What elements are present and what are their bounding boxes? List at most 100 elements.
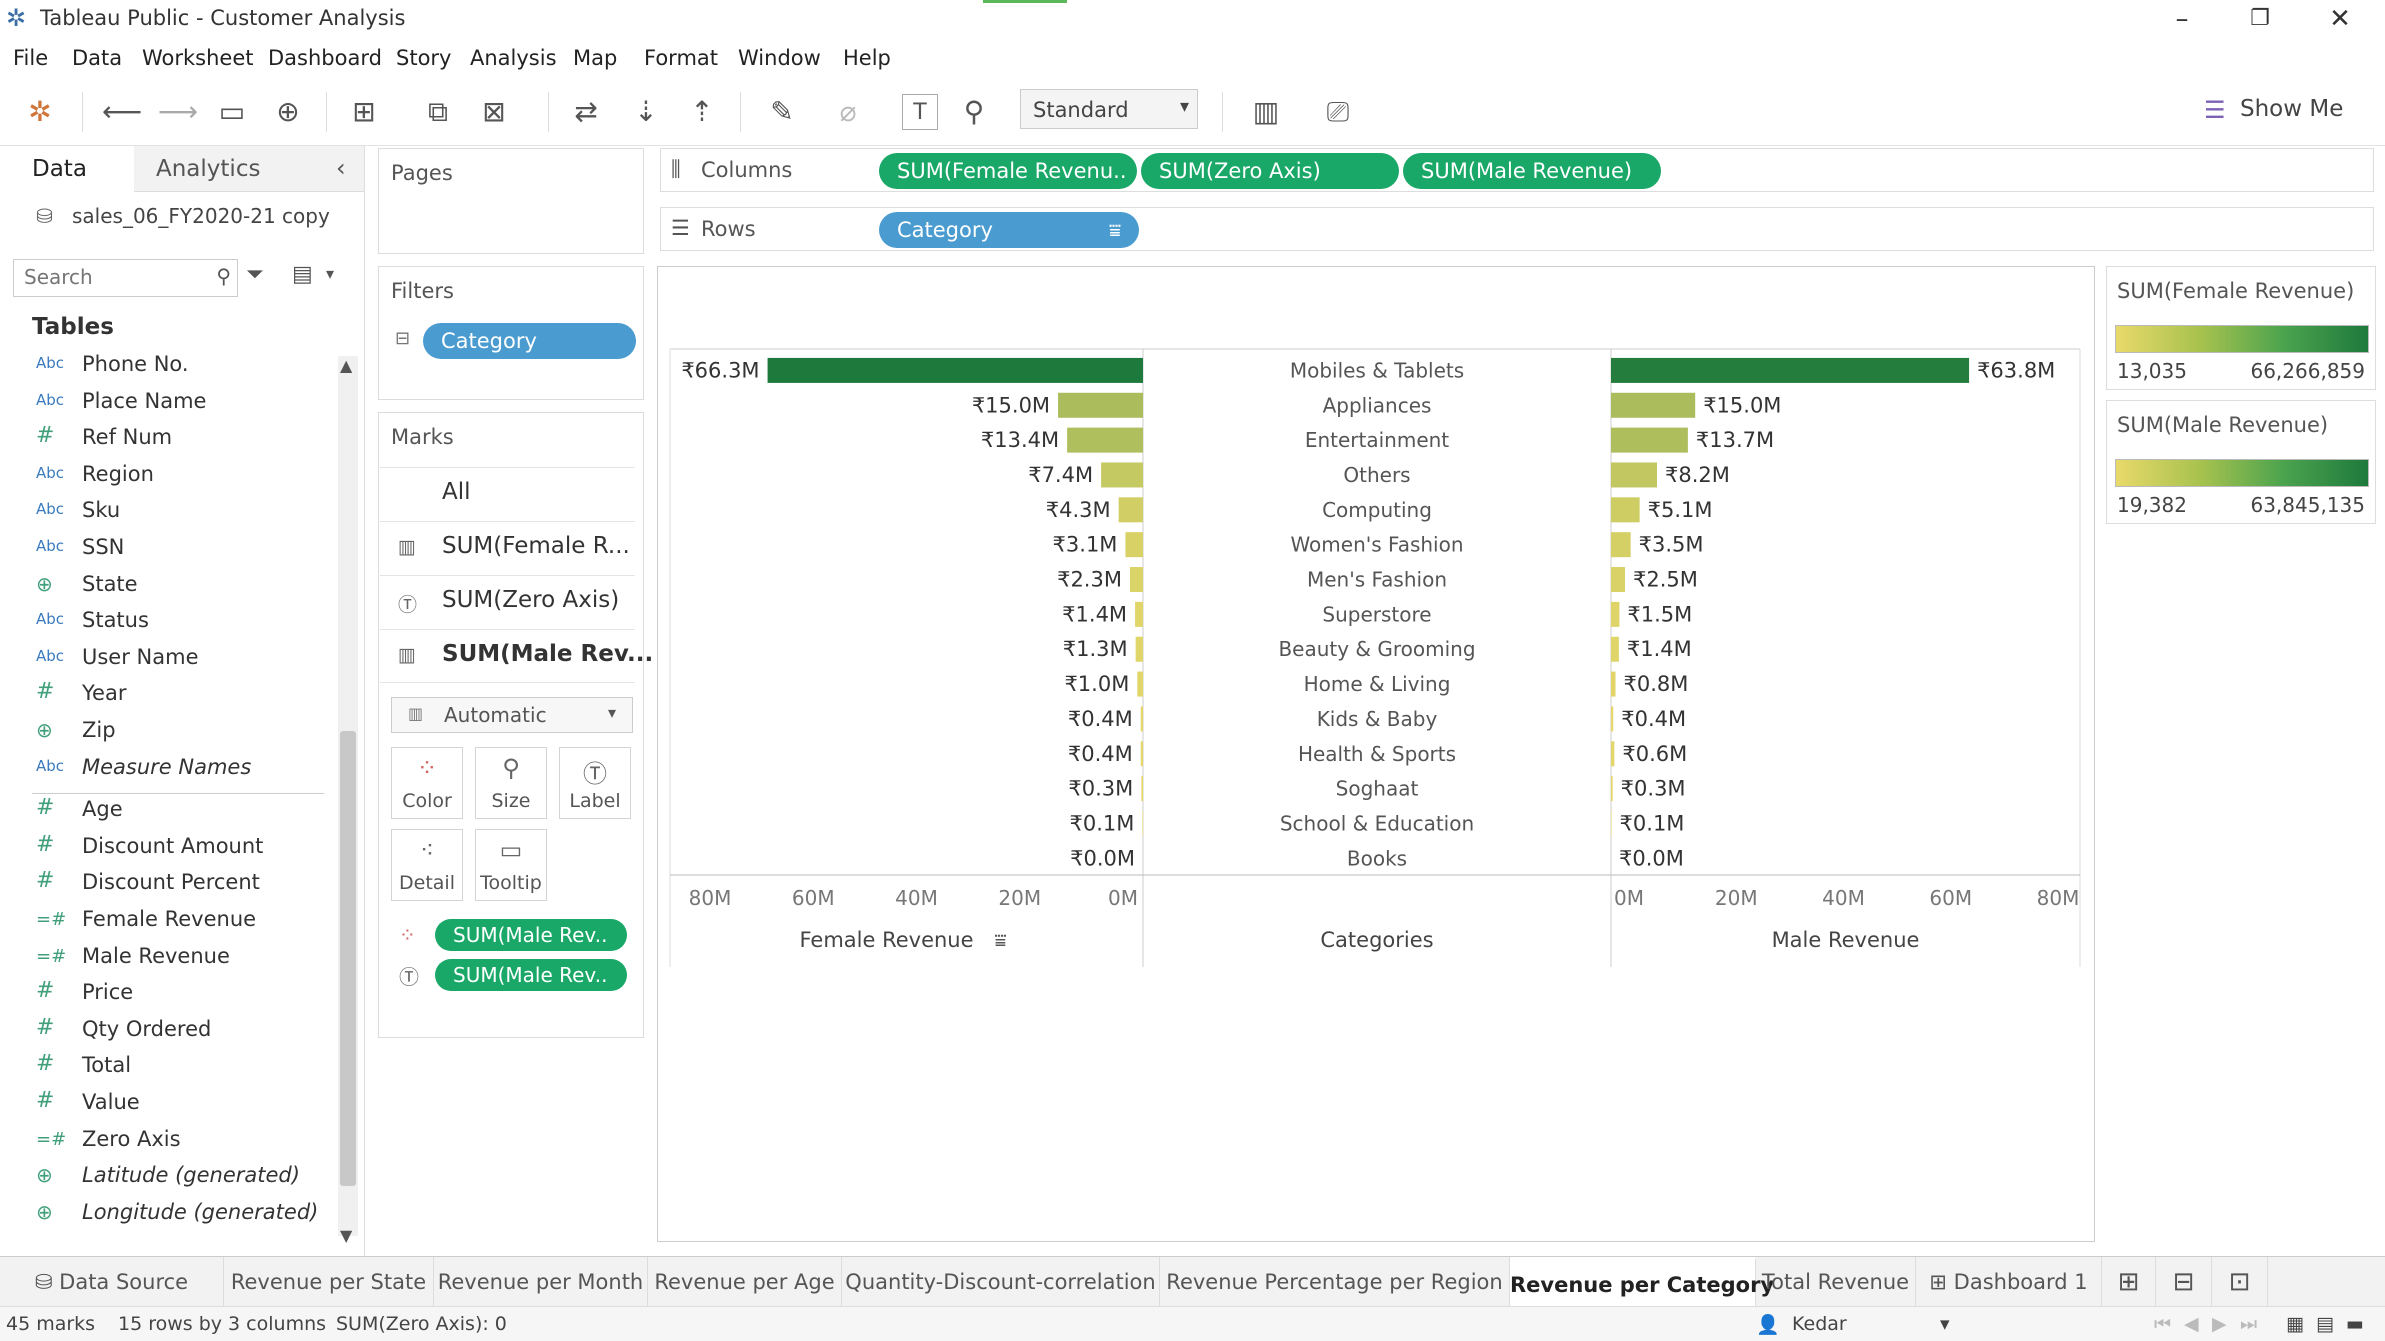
undo-icon[interactable]: ⟵ [102, 94, 142, 130]
tab-revenue-per-age[interactable]: Revenue per Age [648, 1257, 842, 1307]
field-item[interactable]: # Total [0, 1049, 330, 1085]
field-item[interactable]: =# Male Revenue [0, 940, 330, 976]
field-item[interactable]: Abc Measure Names [0, 751, 330, 787]
datasource-name[interactable]: sales_06_FY2020-21 copy [72, 204, 330, 228]
search-input[interactable] [14, 260, 194, 294]
menu-format[interactable]: Format [644, 46, 718, 70]
color-pill[interactable]: SUM(Male Rev.. [435, 919, 627, 951]
menu-analysis[interactable]: Analysis [470, 46, 557, 70]
rows-shelf[interactable]: ☰ Rows Category ⩸ [660, 207, 2374, 251]
field-item[interactable]: Abc User Name [0, 641, 330, 677]
redo-icon[interactable]: ⟶ [158, 94, 198, 130]
male-revenue-legend[interactable]: SUM(Male Revenue) 19,382 63,845,135 [2106, 400, 2376, 524]
show-cards-icon[interactable]: ▥ [1248, 94, 1284, 130]
sort-ascending-icon[interactable]: ⇣ [628, 94, 664, 130]
field-item[interactable]: Abc Sku [0, 494, 330, 530]
show-filmstrip-icon[interactable]: ▦ [2286, 1313, 2304, 1335]
presentation-mode-icon[interactable]: ⎚ [1320, 94, 1356, 130]
fields-scrollbar-thumb[interactable] [340, 731, 356, 1186]
fit-dropdown[interactable]: Standard ▾ [1020, 89, 1198, 129]
show-sheet-sorter-icon[interactable]: ▤ [2316, 1313, 2334, 1335]
restore-button[interactable]: ❐ [2230, 2, 2290, 36]
field-item[interactable]: ⊕ State [0, 568, 330, 604]
field-item[interactable]: # Year [0, 677, 330, 713]
marks-tab-all[interactable]: All [380, 467, 635, 521]
field-item[interactable]: Abc Region [0, 458, 330, 494]
field-item[interactable]: # Age [0, 793, 330, 829]
field-item[interactable]: # Price [0, 976, 330, 1012]
fix-axes-icon[interactable]: ⚲ [956, 94, 992, 130]
duplicate-sheet-icon[interactable]: ⧉ [420, 94, 456, 130]
collapse-pane-icon[interactable]: ‹ [336, 154, 346, 182]
menu-dashboard[interactable]: Dashboard [268, 46, 382, 70]
chevron-down-icon[interactable]: ▾ [1940, 1313, 1950, 1335]
minimize-button[interactable]: – [2152, 2, 2212, 36]
field-item[interactable]: # Discount Amount [0, 830, 330, 866]
tooltip-button[interactable]: ▭ Tooltip [475, 829, 547, 901]
field-item[interactable]: ⊕ Longitude (generated) [0, 1196, 330, 1232]
field-item[interactable]: Abc SSN [0, 531, 330, 567]
menu-map[interactable]: Map [573, 46, 617, 70]
female-revenue-legend[interactable]: SUM(Female Revenue) 13,035 66,266,859 [2106, 266, 2376, 390]
field-item[interactable]: # Value [0, 1086, 330, 1122]
new-worksheet-icon[interactable]: ⊞ [2102, 1257, 2156, 1307]
new-dashboard-icon[interactable]: ⊟ [2156, 1257, 2212, 1307]
rows-pill-category[interactable]: Category ⩸ [879, 212, 1139, 248]
marks-tab-female[interactable]: ▥ SUM(Female R... [380, 521, 635, 575]
field-item[interactable]: Abc Status [0, 604, 330, 640]
filter-pill-category[interactable]: Category [423, 323, 636, 359]
columns-pill-male[interactable]: SUM(Male Revenue) [1403, 153, 1661, 189]
swap-rows-columns-icon[interactable]: ⇄ [568, 94, 604, 130]
chevron-down-icon[interactable]: ▾ [326, 264, 334, 283]
last-sheet-icon[interactable]: ⏭ [2240, 1313, 2257, 1335]
field-item[interactable]: Abc Phone No. [0, 348, 330, 384]
field-item[interactable]: =# Female Revenue [0, 903, 330, 939]
field-item[interactable]: Abc Place Name [0, 385, 330, 421]
label-button[interactable]: Ⓣ Label [559, 747, 631, 819]
tab-quantity-discount[interactable]: Quantity-Discount-correlation [842, 1257, 1160, 1307]
prev-sheet-icon[interactable]: ◀ [2184, 1313, 2199, 1335]
color-button[interactable]: ⁘ Color [391, 747, 463, 819]
menu-data[interactable]: Data [72, 46, 122, 70]
columns-pill-female[interactable]: SUM(Female Revenu.. [879, 153, 1137, 189]
show-mark-labels-icon[interactable]: T [902, 94, 938, 130]
tab-dashboard-1[interactable]: ⊞ Dashboard 1 [1916, 1257, 2102, 1307]
user-name[interactable]: Kedar [1792, 1313, 1847, 1335]
detail-button[interactable]: ⁖ Detail [391, 829, 463, 901]
mark-type-dropdown[interactable]: ▥ Automatic ▾ [391, 697, 633, 733]
field-item[interactable]: # Qty Ordered [0, 1013, 330, 1049]
tab-revenue-per-category[interactable]: Revenue per Category [1510, 1257, 1774, 1307]
tab-total-revenue[interactable]: Total Revenue [1756, 1257, 1916, 1307]
marks-tab-male[interactable]: ▥ SUM(Male Rev... [380, 629, 653, 683]
columns-pill-zero-axis[interactable]: SUM(Zero Axis) [1141, 153, 1399, 189]
view-options-icon[interactable]: ▤ [292, 262, 313, 287]
label-pill[interactable]: SUM(Male Rev.. [435, 959, 627, 991]
view-canvas[interactable]: ₹66.3M Mobiles & Tablets ₹63.8M ₹15.0M Appli… [657, 266, 2095, 1242]
menu-window[interactable]: Window [738, 46, 821, 70]
show-tabs-icon[interactable]: ▬ [2346, 1313, 2364, 1335]
scroll-up-icon[interactable]: ▲ [340, 356, 352, 375]
pages-card[interactable]: Pages [378, 148, 644, 254]
close-button[interactable]: ✕ [2310, 2, 2370, 36]
tab-analytics[interactable]: Analytics [156, 156, 260, 182]
new-story-icon[interactable]: ⊡ [2212, 1257, 2268, 1307]
highlight-icon[interactable]: ✎ [764, 94, 800, 130]
tab-revenue-per-state[interactable]: Revenue per State [224, 1257, 434, 1307]
field-item[interactable]: =# Zero Axis [0, 1123, 330, 1159]
clear-sheet-icon[interactable]: ⊠ [476, 94, 512, 130]
group-members-icon[interactable]: ⌀ [830, 94, 866, 130]
field-item[interactable]: # Ref Num [0, 421, 330, 457]
sort-descending-icon[interactable]: ⇡ [684, 94, 720, 130]
field-item[interactable]: ⊕ Latitude (generated) [0, 1159, 330, 1195]
tab-revenue-per-month[interactable]: Revenue per Month [434, 1257, 648, 1307]
next-sheet-icon[interactable]: ▶ [2212, 1313, 2227, 1335]
save-icon[interactable]: ▭ [214, 94, 250, 130]
columns-shelf[interactable]: ⫼ Columns SUM(Female Revenu.. SUM(Zero A… [660, 148, 2374, 192]
search-field[interactable]: ⚲ [13, 259, 238, 297]
tab-data-source[interactable]: ⛁ Data Source [0, 1257, 224, 1307]
size-button[interactable]: ⚲ Size [475, 747, 547, 819]
filter-fields-icon[interactable]: ⏷ [246, 262, 264, 287]
menu-help[interactable]: Help [843, 46, 891, 70]
scroll-down-icon[interactable]: ▼ [340, 1226, 352, 1245]
tableau-home-icon[interactable]: ✲ [22, 94, 58, 130]
